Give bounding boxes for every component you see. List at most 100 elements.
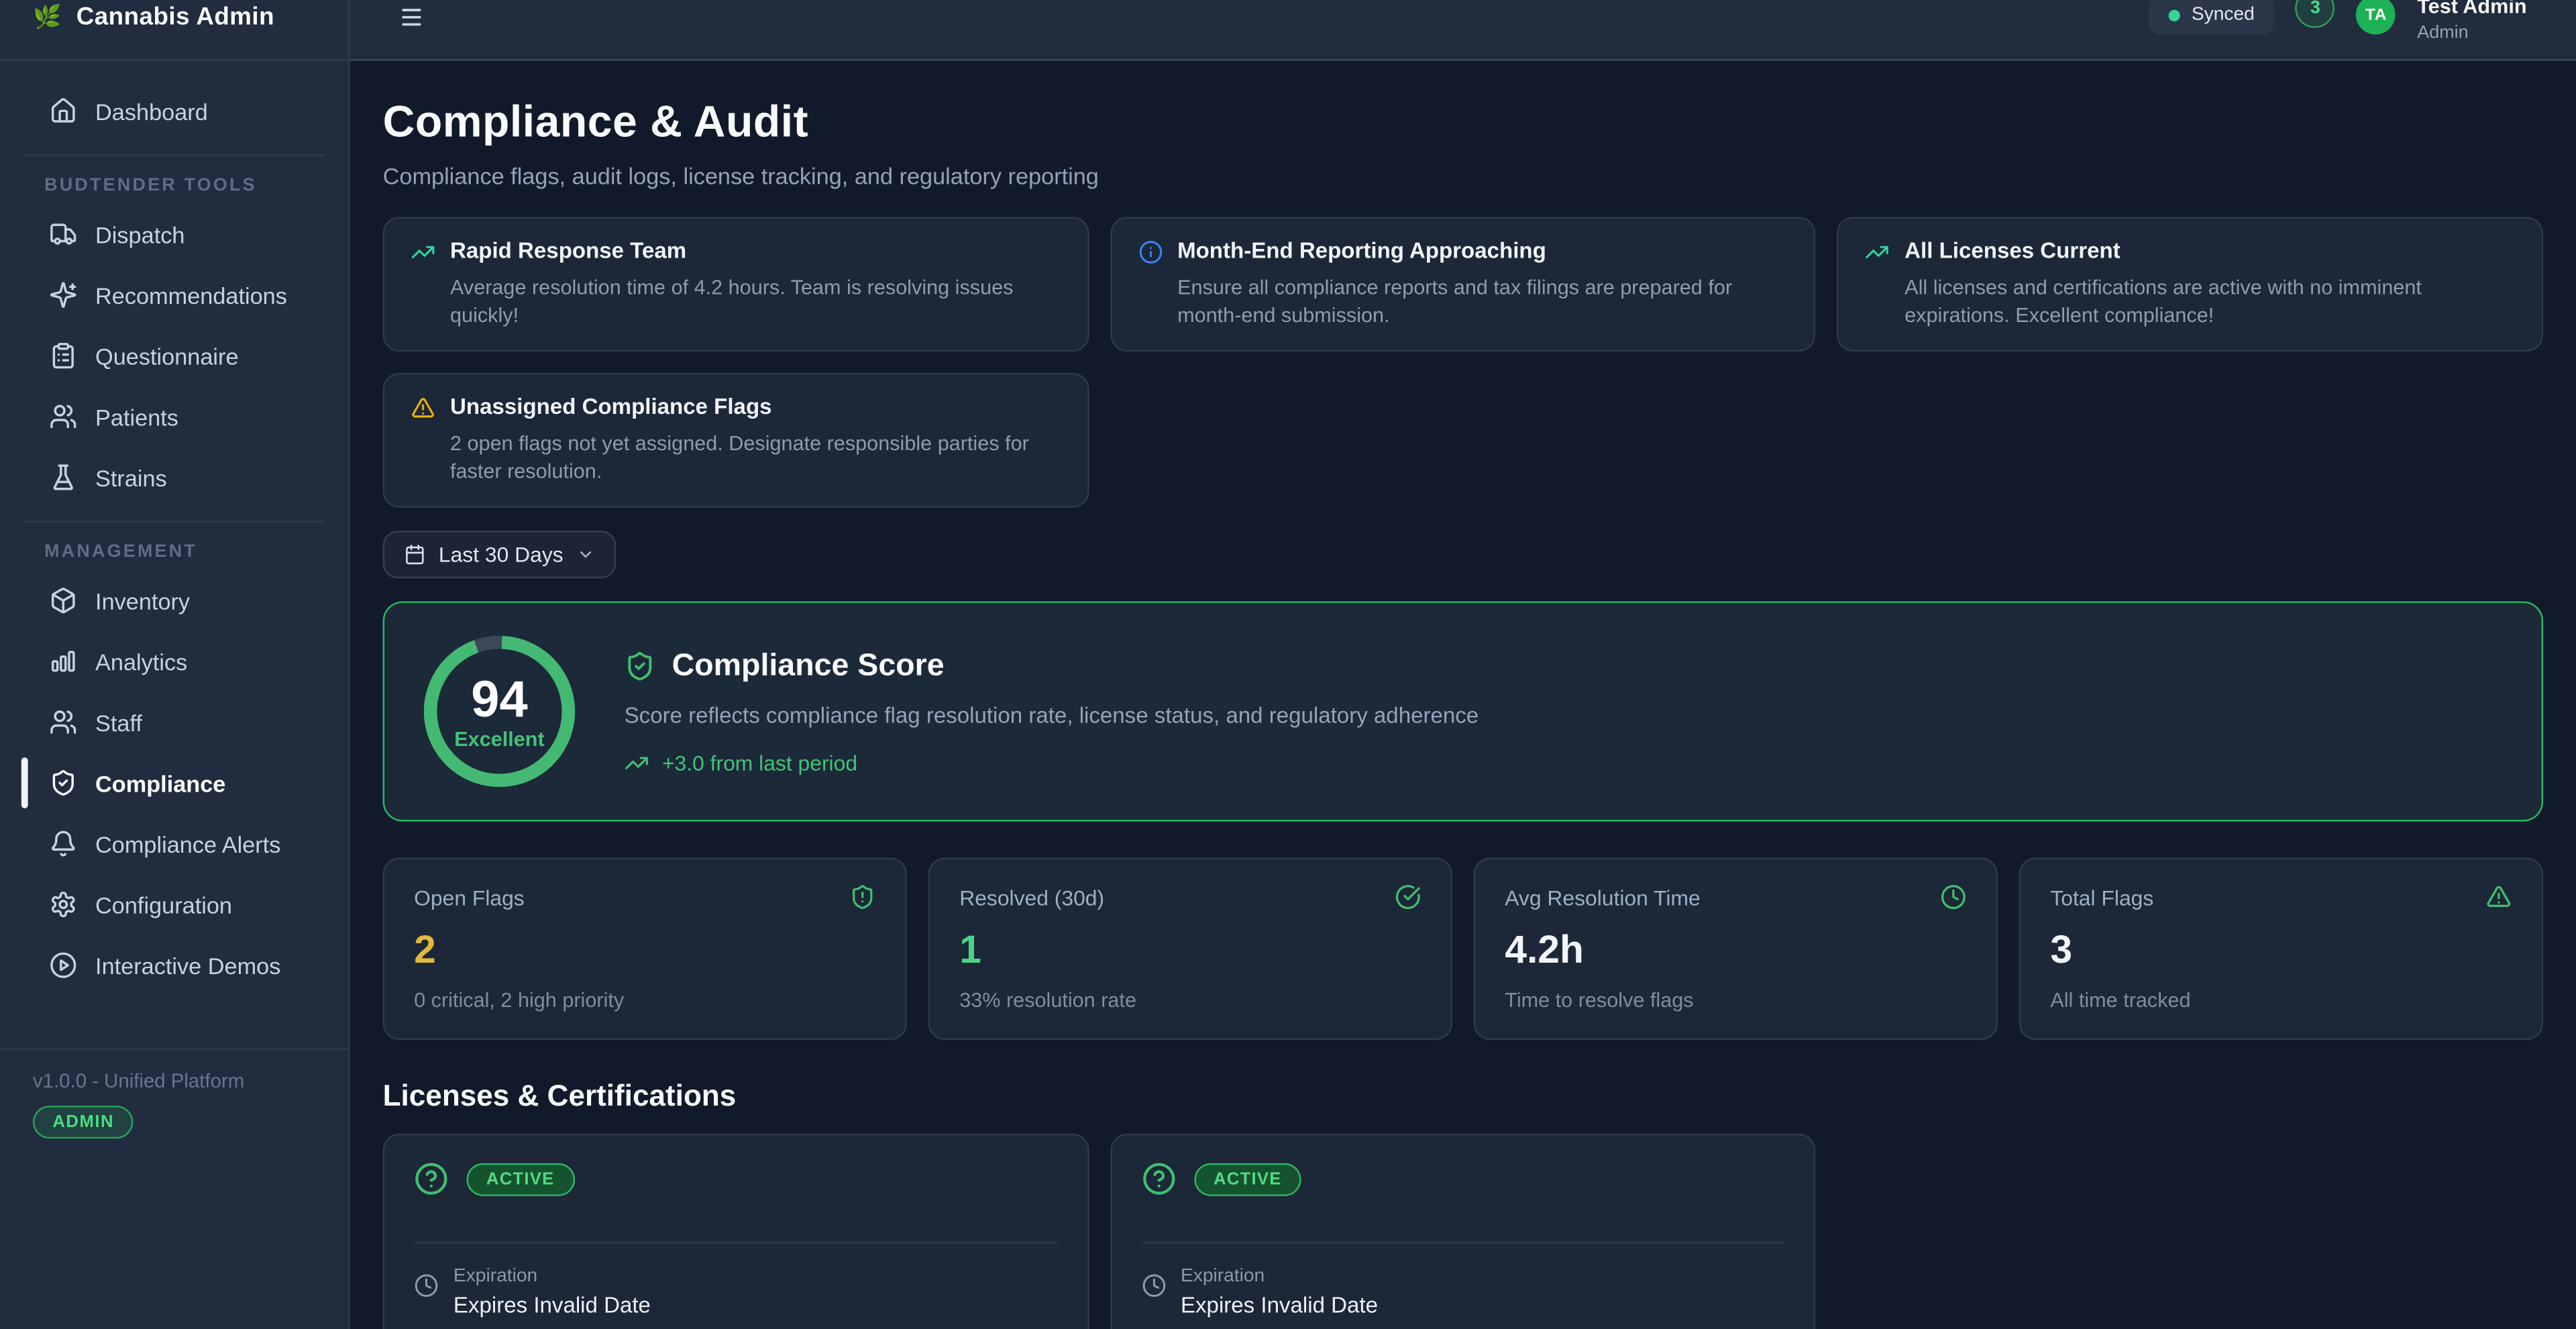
users-icon — [49, 403, 77, 431]
brand-leaf-icon: 🌿 — [33, 5, 62, 28]
expiration-value: Expires Invalid Date — [1181, 1293, 1378, 1319]
sparkles-icon — [49, 281, 77, 309]
score-rating: Excellent — [454, 727, 544, 750]
sync-status-dot-icon — [2169, 9, 2180, 20]
stat-subtext: Time to resolve flags — [1505, 989, 1966, 1014]
stat-value: 3 — [2050, 930, 2512, 973]
sidebar-header: 🌿 Cannabis Admin — [0, 0, 348, 61]
sync-status-label: Synced — [2192, 5, 2255, 24]
sidebar-item-label: Questionnaire — [95, 343, 238, 369]
alert-triangle-icon — [411, 395, 435, 420]
chevron-down-icon — [576, 545, 594, 564]
divider — [414, 1242, 1057, 1243]
alert-body: All licenses and certifications are acti… — [1865, 274, 2515, 330]
stat-subtext: All time tracked — [2050, 989, 2512, 1014]
stat-card-open-flags: Open Flags 2 0 critical, 2 high priority — [383, 857, 907, 1040]
stat-label: Open Flags — [414, 885, 525, 910]
compliance-score-gauge: 94 Excellent — [424, 636, 575, 787]
home-icon — [49, 97, 77, 125]
sidebar-item-compliance-alerts[interactable]: Compliance Alerts — [0, 813, 348, 874]
shield-check-icon — [49, 769, 77, 797]
compliance-score-card: 94 Excellent Compliance Score Score refl… — [383, 601, 2543, 821]
sidebar-item-analytics[interactable]: Analytics — [0, 631, 348, 692]
alert-body: 2 open flags not yet assigned. Designate… — [411, 431, 1061, 486]
stat-value: 1 — [959, 930, 1421, 973]
stat-subtext: 0 critical, 2 high priority — [414, 989, 875, 1014]
avatar[interactable]: TA — [2357, 0, 2396, 34]
calendar-icon — [404, 544, 425, 566]
sidebar-item-interactive-demos[interactable]: Interactive Demos — [0, 935, 348, 996]
flask-icon — [49, 464, 77, 492]
sidebar-item-label: Strains — [95, 464, 167, 490]
sidebar-item-compliance[interactable]: Compliance — [0, 753, 348, 814]
stat-value: 4.2h — [1505, 930, 1966, 973]
alert-cards: Rapid Response Team Average resolution t… — [383, 217, 2543, 507]
alert-title: Rapid Response Team — [450, 238, 686, 264]
sidebar-item-label: Compliance — [95, 769, 225, 796]
page-title: Compliance & Audit — [383, 95, 2543, 148]
clock-icon — [1141, 1273, 1166, 1298]
sidebar-item-inventory[interactable]: Inventory — [0, 570, 348, 631]
user-info[interactable]: Test Admin Admin — [2417, 0, 2526, 43]
help-circle-icon — [414, 1161, 448, 1195]
notification-count-badge[interactable]: 3 — [2296, 0, 2335, 28]
users-icon — [49, 708, 77, 737]
trending-up-icon — [411, 239, 435, 264]
truck-icon — [49, 220, 77, 248]
sidebar-item-label: Analytics — [95, 648, 187, 674]
app-window: 🌿 Cannabis Admin Dashboard BUDTENDER TOO… — [0, 0, 2576, 1329]
admin-role-badge: ADMIN — [33, 1106, 133, 1138]
sidebar-item-configuration[interactable]: Configuration — [0, 874, 348, 935]
clipboard-icon — [49, 341, 77, 370]
trending-up-icon — [625, 750, 649, 775]
sidebar-item-label: Compliance Alerts — [95, 831, 280, 857]
sidebar-section-management: MANAGEMENT — [0, 532, 348, 570]
gear-icon — [49, 890, 77, 918]
status-badge: ACTIVE — [1194, 1163, 1301, 1195]
score-title: Compliance Score — [672, 648, 945, 684]
stat-label: Avg Resolution Time — [1505, 885, 1700, 910]
licenses-section-title: Licenses & Certifications — [383, 1079, 2543, 1114]
status-badge: ACTIVE — [467, 1163, 574, 1195]
package-icon — [49, 586, 77, 615]
stat-card-total-flags: Total Flags 3 All time tracked — [2019, 857, 2543, 1040]
sidebar-item-dashboard[interactable]: Dashboard — [0, 81, 348, 142]
score-description: Score reflects compliance flag resolutio… — [625, 702, 1479, 729]
sidebar-item-strains[interactable]: Strains — [0, 447, 348, 508]
help-circle-icon — [1141, 1161, 1175, 1195]
alert-title: Unassigned Compliance Flags — [450, 394, 772, 421]
stat-card-avg-resolution: Avg Resolution Time 4.2h Time to resolve… — [1474, 857, 1998, 1040]
date-range-dropdown[interactable]: Last 30 Days — [383, 531, 616, 578]
sidebar-item-label: Patients — [95, 403, 178, 429]
stat-card-resolved: Resolved (30d) 1 33% resolution rate — [928, 857, 1452, 1040]
license-card: ACTIVE Expiration Expires Invalid Date I… — [383, 1134, 1089, 1329]
alert-card-month-end: Month-End Reporting Approaching Ensure a… — [1110, 217, 1816, 352]
shield-alert-icon — [849, 884, 875, 910]
license-card: ACTIVE Expiration Expires Invalid Date I… — [1110, 1134, 1816, 1329]
app-version: v1.0.0 - Unified Platform — [33, 1069, 315, 1092]
page-subtitle: Compliance flags, audit logs, license tr… — [383, 162, 2543, 191]
sidebar-item-label: Recommendations — [95, 282, 287, 308]
sidebar-nav: Dashboard BUDTENDER TOOLS Dispatch Recom… — [0, 61, 348, 996]
sidebar-item-staff[interactable]: Staff — [0, 692, 348, 753]
bell-icon — [49, 830, 77, 858]
sidebar-item-dispatch[interactable]: Dispatch — [0, 204, 348, 265]
date-range-label: Last 30 Days — [439, 542, 564, 567]
sync-status-pill[interactable]: Synced — [2149, 0, 2274, 34]
alert-card-unassigned-flags: Unassigned Compliance Flags 2 open flags… — [383, 373, 1089, 508]
hamburger-menu-icon[interactable] — [399, 5, 424, 30]
sidebar-divider — [23, 521, 325, 522]
sidebar-item-label: Interactive Demos — [95, 952, 280, 978]
info-icon — [1138, 239, 1163, 264]
clock-icon — [414, 1273, 439, 1298]
sidebar-item-label: Inventory — [95, 588, 190, 614]
bar-chart-icon — [49, 647, 77, 676]
sidebar-item-patients[interactable]: Patients — [0, 386, 348, 447]
alert-triangle-icon — [2485, 884, 2512, 910]
sidebar-section-budtender-tools: BUDTENDER TOOLS — [0, 166, 348, 203]
sidebar-item-recommendations[interactable]: Recommendations — [0, 264, 348, 325]
shield-check-icon — [625, 651, 656, 682]
expiration-label: Expiration — [1181, 1265, 1378, 1288]
alert-card-rapid-response: Rapid Response Team Average resolution t… — [383, 217, 1089, 352]
sidebar-item-questionnaire[interactable]: Questionnaire — [0, 325, 348, 386]
